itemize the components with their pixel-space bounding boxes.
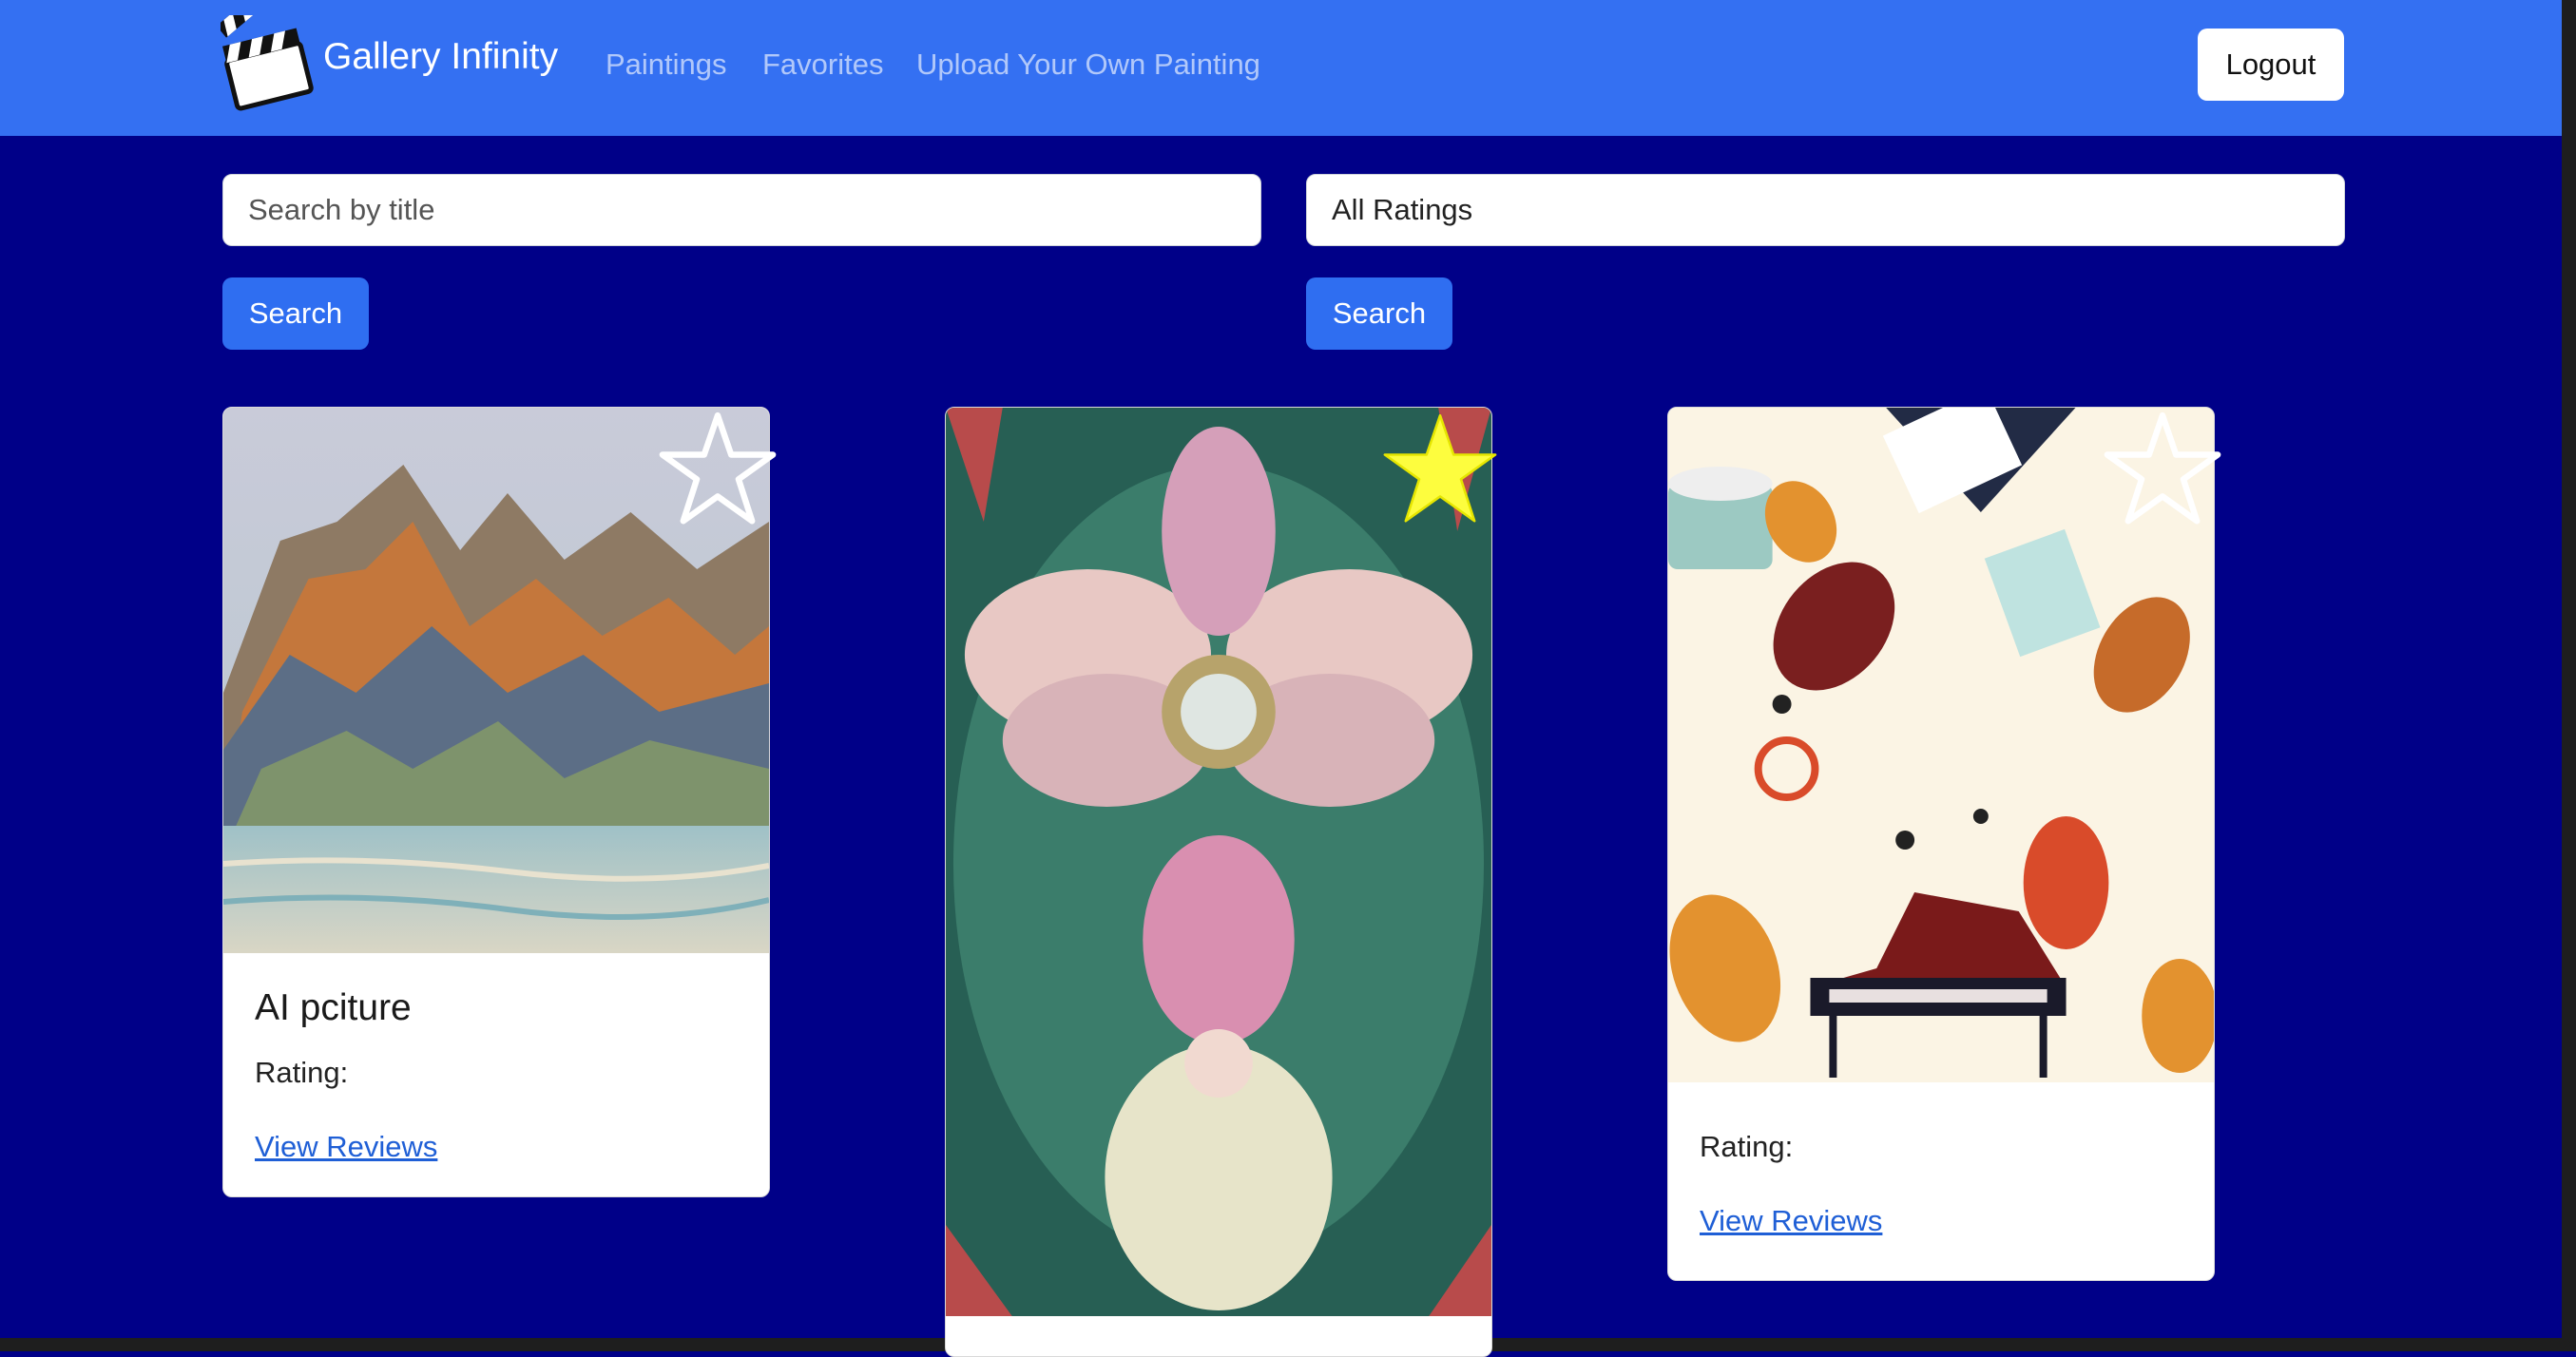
search-title-input[interactable]: [222, 174, 1261, 246]
rating-filter-value: All Ratings: [1332, 193, 1473, 226]
search-rating-button[interactable]: Search: [1306, 277, 1452, 350]
painting-title: AI pciture: [255, 987, 412, 1028]
rating-filter-select[interactable]: All Ratings: [1306, 174, 2345, 246]
nav-upload-painting[interactable]: Upload Your Own Painting: [916, 48, 1260, 82]
painting-card: [945, 407, 1492, 1357]
favorite-star-icon[interactable]: [656, 411, 779, 528]
view-reviews-link[interactable]: View Reviews: [255, 1130, 437, 1163]
search-title-button[interactable]: Search: [222, 277, 369, 350]
painting-image[interactable]: [946, 408, 1491, 1316]
nav-favorites[interactable]: Favorites: [762, 48, 883, 82]
favorite-star-icon[interactable]: [2101, 411, 2224, 528]
window-edge: [2562, 0, 2576, 1351]
logout-button[interactable]: Logout: [2198, 29, 2344, 101]
clapperboard-icon[interactable]: [221, 15, 316, 114]
painting-card: Rating: View Reviews: [1667, 407, 2215, 1281]
painting-rating: Rating:: [255, 1056, 349, 1089]
top-navbar: Gallery Infinity Paintings Favorites Upl…: [0, 0, 2562, 136]
painting-rating: Rating:: [1700, 1130, 1794, 1163]
favorite-star-filled-icon[interactable]: [1378, 411, 1502, 528]
view-reviews-link[interactable]: View Reviews: [1700, 1204, 1882, 1237]
nav-paintings[interactable]: Paintings: [606, 48, 727, 82]
brand-title[interactable]: Gallery Infinity: [323, 36, 558, 78]
